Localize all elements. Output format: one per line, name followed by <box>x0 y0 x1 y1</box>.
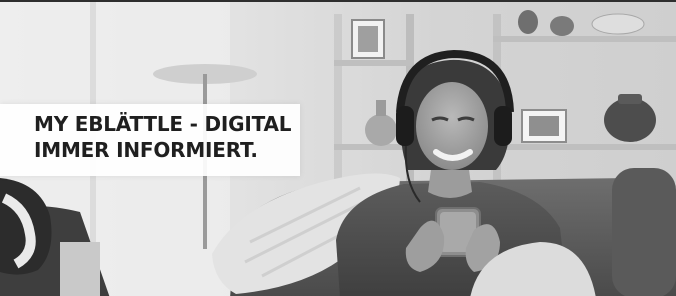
headline[interactable]: MY EBLÄTTLE - DIGITAL IMMER INFORMIERT. <box>34 111 292 163</box>
hero-banner[interactable]: MY EBLÄTTLE - DIGITAL IMMER INFORMIERT. <box>0 0 676 296</box>
headline-line-2: IMMER INFORMIERT. <box>34 138 258 162</box>
headline-panel: MY EBLÄTTLE - DIGITAL IMMER INFORMIERT. <box>0 104 300 176</box>
headline-line-1: MY EBLÄTTLE - DIGITAL <box>34 112 292 136</box>
